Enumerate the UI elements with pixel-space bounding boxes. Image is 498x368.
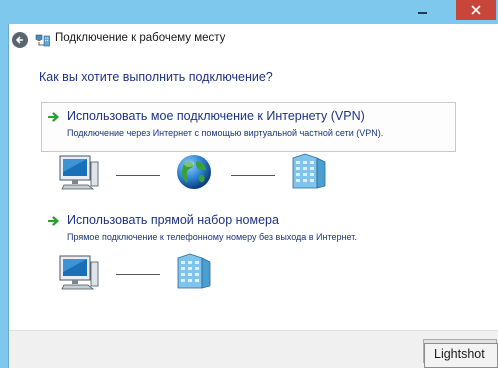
- computer-icon: [59, 155, 99, 190]
- connection-line: [116, 175, 160, 176]
- window-title: Подключение к рабочему месту: [55, 32, 226, 44]
- close-button[interactable]: [456, 0, 496, 20]
- computer-icon: [59, 255, 99, 290]
- connection-line: [231, 175, 275, 176]
- server-building-icon: [177, 253, 211, 289]
- connection-line: [116, 274, 160, 275]
- dialog-client-area: Подключение к рабочему месту Как вы хоти…: [8, 24, 498, 368]
- window-frame: Подключение к рабочему месту Как вы хоти…: [0, 0, 498, 368]
- option-vpn-title: Использовать мое подключение к Интернету…: [67, 109, 365, 123]
- green-arrow-icon: [48, 112, 59, 122]
- network-connection-icon: [35, 34, 50, 47]
- title-bar: [0, 0, 498, 24]
- close-icon: [471, 5, 481, 15]
- option-dialup-title: Использовать прямой набор номера: [67, 213, 279, 227]
- minimize-button[interactable]: [410, 0, 434, 20]
- lightshot-tooltip: Lightshot: [424, 343, 498, 368]
- option-dialup-description: Прямое подключение к телефонному номеру …: [67, 232, 357, 242]
- page-question: Как вы хотите выполнить подключение?: [39, 70, 273, 84]
- option-vpn-description: Подключение через Интернет с помощью вир…: [67, 128, 384, 138]
- back-arrow-icon: [15, 36, 23, 44]
- back-button[interactable]: [12, 32, 28, 48]
- server-building-icon: [292, 153, 326, 189]
- globe-icon: [177, 155, 211, 189]
- option-dialup[interactable]: Использовать прямой набор номера Прямое …: [41, 206, 456, 246]
- option-vpn[interactable]: Использовать мое подключение к Интернету…: [41, 102, 456, 152]
- navigation-bar: Подключение к рабочему месту: [9, 24, 498, 56]
- green-arrow-icon: [48, 216, 59, 226]
